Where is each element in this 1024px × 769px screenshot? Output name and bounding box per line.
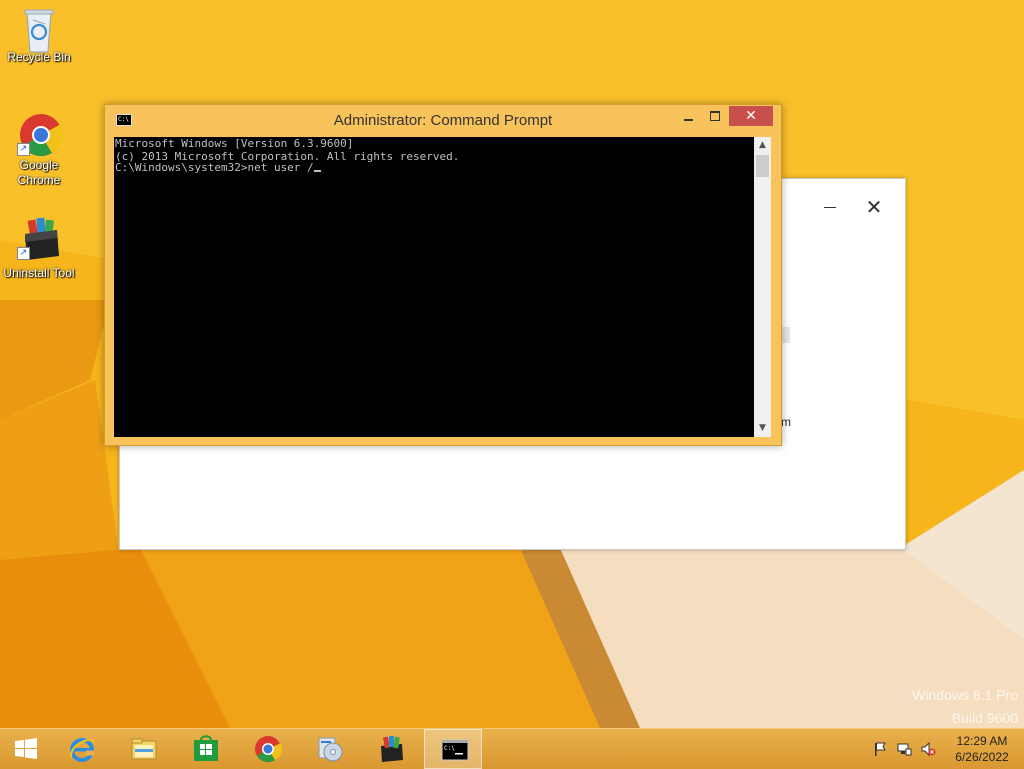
chrome-icon: ↗ [17,112,64,157]
taskbar-setup[interactable] [300,729,358,769]
uninstall-tool-icon: ↗ [17,216,59,260]
uninstall-tool-icon [381,736,403,762]
close-button[interactable]: ✕ [729,106,773,126]
chrome-icon [255,736,282,763]
console-line: C:\Windows\system32>net user / [115,161,314,174]
partial-control [782,327,790,343]
svg-text:C:\: C:\ [444,745,455,752]
desktop-icon-label: Google Chrome [17,158,61,187]
taskbar-file-explorer[interactable] [114,729,172,769]
maximize-button[interactable] [702,106,728,126]
volume-muted-icon[interactable] [920,741,936,757]
minimize-button[interactable] [824,195,838,225]
console-prompt-line: C:\Windows\system32>net user / [115,161,754,175]
system-tray: 12:29 AM 6/26/2022 [866,729,1024,769]
windows-store-icon [194,735,218,761]
scroll-down-arrow-icon[interactable]: ▼ [754,420,771,437]
desktop-icon-recycle-bin[interactable]: Recycle Bin [0,6,78,65]
action-center-flag-icon[interactable] [872,741,888,757]
window-title: Administrator: Command Prompt [333,112,553,129]
command-prompt-window[interactable]: Administrator: Command Prompt C:\ ✕ Micr… [104,104,782,446]
taskbar-command-prompt[interactable]: C:\ [424,729,482,769]
watermark-edition: Windows 8.1 Pro [912,687,1018,703]
taskbar-uninstall-tool[interactable] [362,729,420,769]
taskbar-windows-store[interactable] [176,729,234,769]
taskbar: C:\ 12:29 AM 6/26/2022 [0,728,1024,769]
partial-text: m [781,415,791,429]
scroll-up-arrow-icon[interactable]: ▲ [754,137,771,154]
start-button[interactable] [0,729,54,769]
watermark-build: Build 9600 [951,710,1018,726]
clock-time: 12:29 AM [956,734,1008,748]
internet-explorer-icon [70,738,95,762]
console-output[interactable]: Microsoft Windows [Version 6.3.9600] (c) … [114,137,754,437]
file-explorer-icon [131,738,157,760]
close-button[interactable]: ✕ [864,197,884,217]
desktop-icon-google-chrome[interactable]: ↗ Google Chrome [0,112,78,188]
desktop-icon-label: Uninstall Tool [3,266,75,280]
cmd-system-menu-icon[interactable]: C:\ [116,114,132,126]
desktop-icon-uninstall-tool[interactable]: ↗ Uninstall Tool [0,216,78,281]
taskbar-chrome[interactable] [238,729,296,769]
desktop: Recycle Bin ↗ Google Chrome ↗ Uninstall … [0,0,1024,728]
console-line: Microsoft Windows [Version 6.3.9600] [115,137,354,150]
minimize-button[interactable] [676,106,702,126]
vertical-scrollbar[interactable]: ▲ ▼ [754,137,771,437]
windows-start-icon [15,738,37,759]
text-cursor [313,170,321,172]
windows-build-watermark: Windows 8.1 Pro Build 9600 [912,684,1018,728]
network-icon[interactable] [896,741,912,757]
taskbar-internet-explorer[interactable] [52,729,110,769]
scroll-thumb[interactable] [756,155,769,177]
clock-date: 6/26/2022 [955,750,1009,764]
shortcut-arrow-icon: ↗ [17,143,30,156]
recycle-bin-icon [19,6,59,53]
setup-disc-icon [318,737,343,762]
taskbar-clock[interactable]: 12:29 AM 6/26/2022 [944,733,1020,765]
shortcut-arrow-icon: ↗ [17,247,30,260]
command-prompt-icon: C:\ [441,739,469,761]
